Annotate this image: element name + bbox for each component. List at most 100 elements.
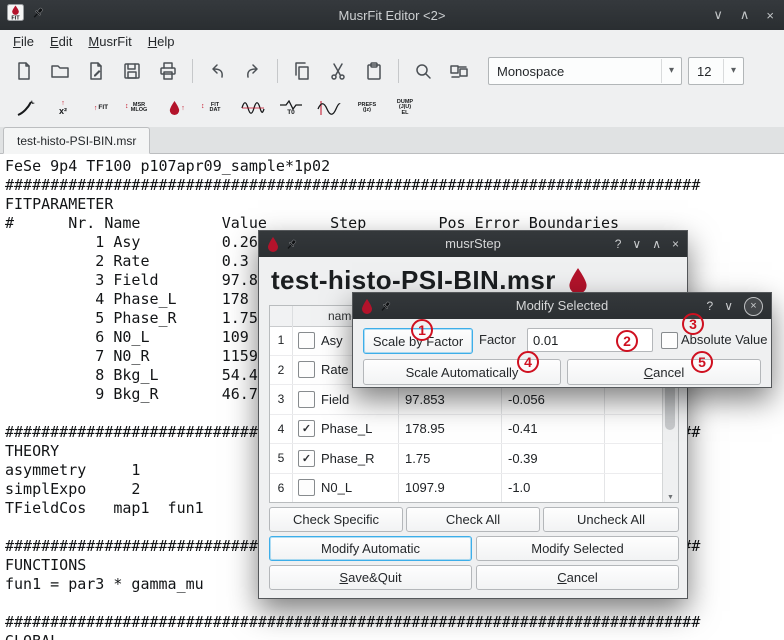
font-size-value: 12: [689, 64, 723, 79]
reload-file-button[interactable]: [82, 57, 110, 85]
param-name: Rate: [321, 362, 348, 377]
shade-button[interactable]: ∨: [724, 299, 733, 313]
menu-edit[interactable]: Edit: [42, 32, 80, 52]
musr-fit-button[interactable]: ↑FIT: [86, 92, 116, 124]
table-row[interactable]: 4 ✓Phase_L 178.95 -0.41: [270, 415, 663, 445]
row-checkbox[interactable]: ✓: [298, 450, 315, 467]
undo-icon: [207, 61, 227, 81]
search-icon: [413, 61, 433, 81]
name-cell: Field: [293, 385, 399, 414]
find-button[interactable]: [409, 57, 437, 85]
table-row[interactable]: 3 Field 97.853 -0.056: [270, 385, 663, 415]
value-cell: 1.75: [399, 444, 502, 473]
help-button[interactable]: ?: [707, 299, 714, 313]
font-family-combobox[interactable]: Monospace ▾: [488, 57, 682, 85]
musr-view-button[interactable]: [238, 92, 268, 124]
up-arrow-icon: ↑: [94, 105, 98, 112]
toolbar-separator: [277, 59, 278, 83]
wave-axis-icon: [317, 100, 341, 116]
check-specific-button[interactable]: Check Specific: [269, 507, 403, 532]
uncheck-all-button[interactable]: Uncheck All: [543, 507, 679, 532]
shade-button[interactable]: ∨: [632, 237, 641, 251]
unshade-button[interactable]: ∧: [652, 237, 661, 251]
close-button[interactable]: ×: [672, 237, 679, 251]
row-checkbox[interactable]: [298, 479, 315, 496]
app-icon-label: FIT: [11, 15, 20, 21]
editor-line: FeSe 9p4 TF100 p107apr09_sample*1p02: [5, 157, 784, 176]
absolute-value-checkbox[interactable]: [661, 332, 678, 349]
prefs-sub-label: (|z): [363, 108, 371, 114]
menu-help[interactable]: Help: [140, 32, 183, 52]
cut-button[interactable]: [324, 57, 352, 85]
swap-arrow-icon: ↕: [201, 103, 205, 110]
modify-automatic-button[interactable]: Modify Automatic: [269, 536, 472, 561]
replace-button[interactable]: [445, 57, 473, 85]
save-quit-button[interactable]: Save&Quit: [269, 565, 472, 590]
name-cell: ✓Phase_L: [293, 415, 399, 444]
font-size-combobox[interactable]: 12 ▾: [688, 57, 744, 85]
font-family-value: Monospace: [489, 64, 661, 79]
table-row[interactable]: 5 ✓Phase_R 1.75 -0.39: [270, 444, 663, 474]
empty-cell: [605, 415, 663, 444]
factor-label: Factor: [479, 328, 516, 352]
paste-icon: [364, 61, 384, 81]
print-button[interactable]: [154, 57, 182, 85]
row-number: 3: [270, 385, 293, 414]
musr-prefs-button[interactable]: PREFS (|z): [352, 92, 382, 124]
editor-line: FITPARAMETER: [5, 195, 784, 214]
swap-arrow-icon: ↕: [125, 103, 129, 110]
open-file-button[interactable]: [46, 57, 74, 85]
musr-t0-button[interactable]: T0: [276, 92, 306, 124]
new-file-button[interactable]: [10, 57, 38, 85]
save-file-button[interactable]: [118, 57, 146, 85]
scrollbar-down-icon[interactable]: ▼: [663, 494, 678, 501]
menu-musrfit[interactable]: MusrFit: [80, 32, 139, 52]
close-button[interactable]: ×: [766, 8, 774, 23]
paste-button[interactable]: [360, 57, 388, 85]
cancel-button[interactable]: Cancel: [567, 359, 761, 385]
musr-dump-button[interactable]: DUMP (J|U) EL: [390, 92, 420, 124]
menubar: File Edit MusrFit Help: [0, 30, 784, 53]
chevron-down-icon[interactable]: ▾: [723, 59, 743, 83]
chevron-down-icon[interactable]: ▾: [661, 59, 681, 83]
close-button[interactable]: ×: [744, 297, 763, 316]
row-number: 6: [270, 474, 293, 503]
wand-icon: [15, 98, 35, 118]
musr-ft-button[interactable]: [314, 92, 344, 124]
row-checkbox[interactable]: ✓: [298, 420, 315, 437]
musr-wiz-button[interactable]: [10, 92, 40, 124]
table-row[interactable]: 6 N0_L 1097.9 -1.0: [270, 474, 663, 503]
param-name: Asy: [321, 333, 343, 348]
minimize-button[interactable]: ∨: [713, 7, 723, 23]
empty-cell: [605, 385, 663, 414]
musrstep-titlebar[interactable]: musrStep ? ∨ ∧ ×: [259, 231, 687, 257]
help-button[interactable]: ?: [615, 237, 622, 251]
check-all-button[interactable]: Check All: [406, 507, 540, 532]
redo-button[interactable]: [239, 57, 267, 85]
undo-button[interactable]: [203, 57, 231, 85]
file-toolbar: Monospace ▾ 12 ▾: [0, 53, 784, 89]
toolbar-separator: [192, 59, 193, 83]
menu-file[interactable]: File: [5, 32, 42, 52]
annotation-5: 5: [691, 351, 713, 373]
row-checkbox[interactable]: [298, 332, 315, 349]
empty-cell: [605, 474, 663, 503]
param-name: N0_L: [321, 480, 352, 495]
row-checkbox[interactable]: [298, 391, 315, 408]
titlebar[interactable]: FIT MusrFit Editor <2> ∨ ∧ ×: [0, 0, 784, 30]
copy-button[interactable]: [288, 57, 316, 85]
cancel-button[interactable]: Cancel: [476, 565, 679, 590]
maximize-button[interactable]: ∧: [740, 7, 750, 23]
musr-calc-chisq-button[interactable]: ↑ x²: [48, 92, 78, 124]
tab-test-histo-psi-bin[interactable]: test-histo-PSI-BIN.msr: [3, 127, 150, 154]
swap-msr-mlog-button[interactable]: ↕ MSR MLOG: [124, 92, 154, 124]
redo-icon: [243, 61, 263, 81]
value-cell: 97.853: [399, 385, 502, 414]
row-number: 2: [270, 356, 293, 385]
fit-dat-button[interactable]: ↕ FIT DAT: [200, 92, 230, 124]
modify-selected-button[interactable]: Modify Selected: [476, 536, 679, 561]
row-checkbox[interactable]: [298, 361, 315, 378]
red-drop-icon: [169, 101, 180, 115]
modify-titlebar[interactable]: Modify Selected ? ∨ ×: [353, 293, 771, 319]
musr-step-button[interactable]: ↑: [162, 92, 192, 124]
